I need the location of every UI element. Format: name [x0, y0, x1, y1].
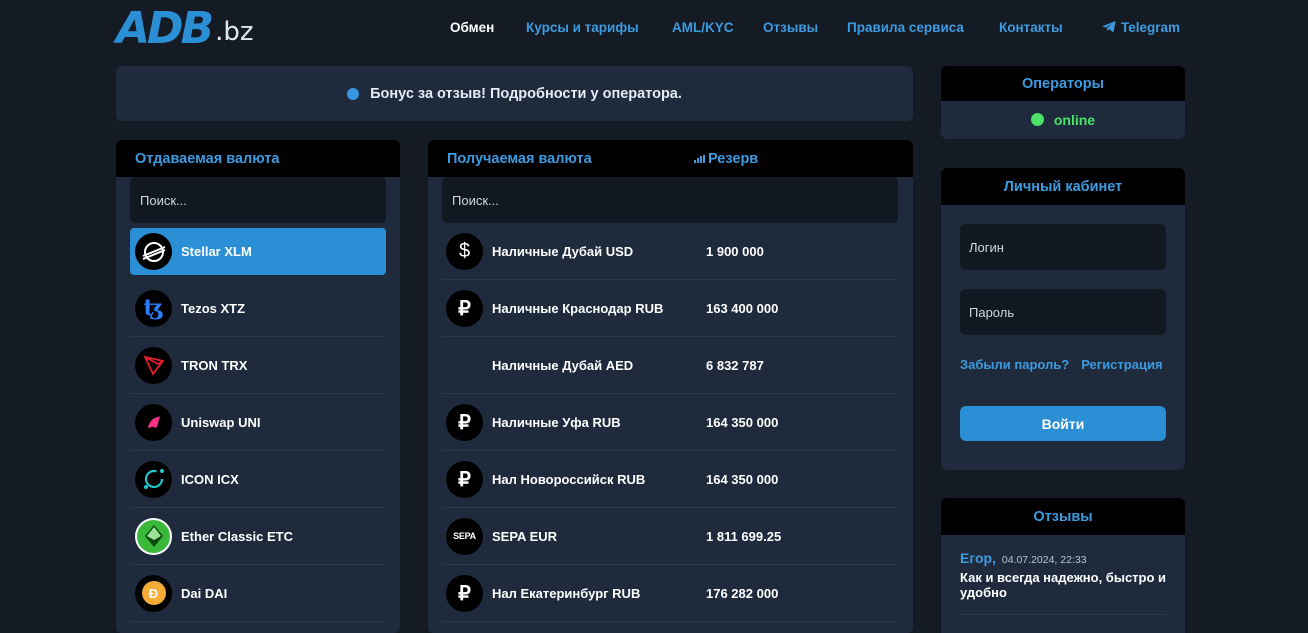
get-item-label: Нал Екатеринбург RUB: [492, 585, 641, 601]
info-dot-icon: [347, 87, 360, 100]
operators-panel: Операторы online: [941, 66, 1185, 139]
forgot-password-link[interactable]: Забыли пароль?: [960, 357, 1069, 372]
operators-status-text: online: [1053, 111, 1096, 128]
ruble-icon: ₽: [446, 289, 483, 327]
give-item-label: Ether Classic ETC: [181, 528, 293, 544]
nav-aml-kyc[interactable]: AML/KYC: [672, 20, 734, 35]
get-item-sepa-eur[interactable]: SEPA SEPA EUR 1 811 699.25: [442, 508, 898, 565]
give-item-label: Stellar XLM: [181, 244, 252, 259]
give-item-label: Uniswap UNI: [181, 414, 261, 430]
get-currency-title: Получаемая валюта: [447, 150, 592, 167]
tezos-icon: ꜩ: [135, 289, 172, 327]
operators-title: Операторы: [941, 66, 1185, 101]
nav-telegram-label: Telegram: [1121, 20, 1181, 35]
give-item-icon-icx[interactable]: ICON ICX: [130, 451, 386, 508]
give-currency-title: Отдаваемая валюта: [116, 140, 400, 177]
online-dot-icon: [1030, 113, 1044, 126]
nav-rules[interactable]: Правила сервиса: [847, 20, 964, 35]
reviews-panel: Отзывы Егор, 04.07.2024, 22:33 Как и все…: [941, 498, 1185, 633]
get-item-novorossiysk-rub[interactable]: ₽ Нал Новороссийск RUB 164 350 000: [442, 451, 898, 508]
give-item-label: ICON ICX: [181, 471, 239, 487]
login-input[interactable]: Логин: [960, 224, 1166, 270]
get-currency-panel: Получаемая валюта Резерв Поиск... $ Нали…: [428, 140, 913, 633]
ruble-icon: ₽: [446, 574, 483, 612]
telegram-icon: [1102, 21, 1116, 33]
sepa-icon: SEPA: [446, 517, 483, 555]
cabinet-panel: Личный кабинет Логин Пароль Забыли парол…: [941, 168, 1185, 470]
bars-icon: [694, 154, 705, 163]
logo-tld: .bz: [215, 17, 254, 47]
aed-icon: [446, 347, 483, 384]
review-date: 04.07.2024, 22:33: [1001, 554, 1087, 566]
get-item-ufa-rub[interactable]: ₽ Наличные Уфа RUB 164 350 000: [442, 394, 898, 451]
nav-exchange[interactable]: Обмен: [450, 20, 494, 35]
get-item-reserve: 1 900 000: [706, 243, 764, 259]
get-item-reserve: 176 282 000: [706, 585, 779, 601]
give-item-label: Tezos XTZ: [181, 300, 246, 316]
get-currency-header: Получаемая валюта Резерв: [428, 140, 913, 177]
give-currency-panel: Отдаваемая валюта Поиск... Stellar XLM ꜩ…: [116, 140, 400, 633]
cabinet-title: Личный кабинет: [941, 168, 1185, 205]
give-item-uniswap[interactable]: Uniswap UNI: [130, 394, 386, 451]
get-item-reserve: 1 811 699.25: [706, 528, 782, 544]
give-item-label: TRON TRX: [181, 357, 248, 373]
get-item-label: Наличные Уфа RUB: [492, 414, 621, 430]
login-button[interactable]: Войти: [960, 406, 1166, 441]
dai-icon: Đ: [135, 574, 172, 612]
review-divider: [960, 614, 1166, 615]
nav-rates[interactable]: Курсы и тарифы: [526, 20, 639, 35]
give-item-etc[interactable]: Ether Classic ETC: [130, 508, 386, 565]
get-item-reserve: 164 350 000: [706, 471, 779, 487]
tron-icon: [135, 346, 172, 384]
get-search-input[interactable]: Поиск...: [442, 177, 898, 223]
get-item-label: Наличные Дубай AED: [492, 357, 634, 373]
reserve-header[interactable]: Резерв: [694, 151, 758, 167]
review-text: Как и всегда надежно, быстро и удобно: [960, 570, 1167, 600]
register-link[interactable]: Регистрация: [1081, 357, 1162, 372]
get-item-label: SEPA EUR: [492, 528, 558, 544]
get-item-dubai-aed[interactable]: Наличные Дубай AED 6 832 787: [442, 337, 898, 394]
ruble-icon: ₽: [446, 403, 483, 441]
cabinet-links: Забыли пароль? Регистрация: [960, 357, 1163, 372]
give-item-label: Dai DAI: [181, 585, 228, 601]
reserve-title: Резерв: [708, 150, 759, 167]
get-item-label: Нал Новороссийск RUB: [492, 471, 646, 487]
dollar-icon: $: [446, 232, 483, 270]
uniswap-icon: [135, 403, 172, 441]
bonus-banner: Бонус за отзыв! Подробности у оператора.: [116, 66, 913, 121]
get-item-reserve: 163 400 000: [706, 300, 779, 316]
give-item-tezos[interactable]: ꜩ Tezos XTZ: [130, 280, 386, 337]
review-author-name: Егор,: [960, 550, 996, 566]
get-item-dubai-usd[interactable]: $ Наличные Дубай USD 1 900 000: [442, 223, 898, 280]
logo-mark: ADB: [116, 3, 214, 54]
give-item-stellar[interactable]: Stellar XLM: [130, 228, 386, 275]
give-item-tron[interactable]: TRON TRX: [130, 337, 386, 394]
nav-reviews[interactable]: Отзывы: [763, 20, 818, 35]
icon-icx-icon: [135, 460, 172, 498]
give-search-input[interactable]: Поиск...: [130, 177, 386, 223]
logo[interactable]: ADB .bz: [116, 3, 254, 54]
get-item-label: Наличные Дубай USD: [492, 243, 634, 259]
stellar-icon: [135, 233, 172, 270]
password-input[interactable]: Пароль: [960, 289, 1166, 335]
give-item-dai[interactable]: Đ Dai DAI: [130, 565, 386, 622]
get-item-label: Наличные Краснодар RUB: [492, 300, 664, 316]
nav-telegram[interactable]: Telegram: [1102, 20, 1180, 35]
ruble-icon: ₽: [446, 460, 483, 498]
bonus-text: Бонус за отзыв! Подробности у оператора.: [370, 85, 682, 102]
review-author: Егор, 04.07.2024, 22:33: [960, 550, 1087, 566]
reviews-title: Отзывы: [941, 498, 1185, 535]
operators-status: online: [941, 101, 1185, 138]
get-item-reserve: 164 350 000: [706, 414, 779, 430]
get-item-krasnodar-rub[interactable]: ₽ Наличные Краснодар RUB 163 400 000: [442, 280, 898, 337]
ethereum-classic-icon: [135, 517, 172, 555]
nav-contacts[interactable]: Контакты: [999, 20, 1063, 35]
get-item-ekaterinburg-rub[interactable]: ₽ Нал Екатеринбург RUB 176 282 000: [442, 565, 898, 622]
get-item-reserve: 6 832 787: [706, 357, 764, 373]
